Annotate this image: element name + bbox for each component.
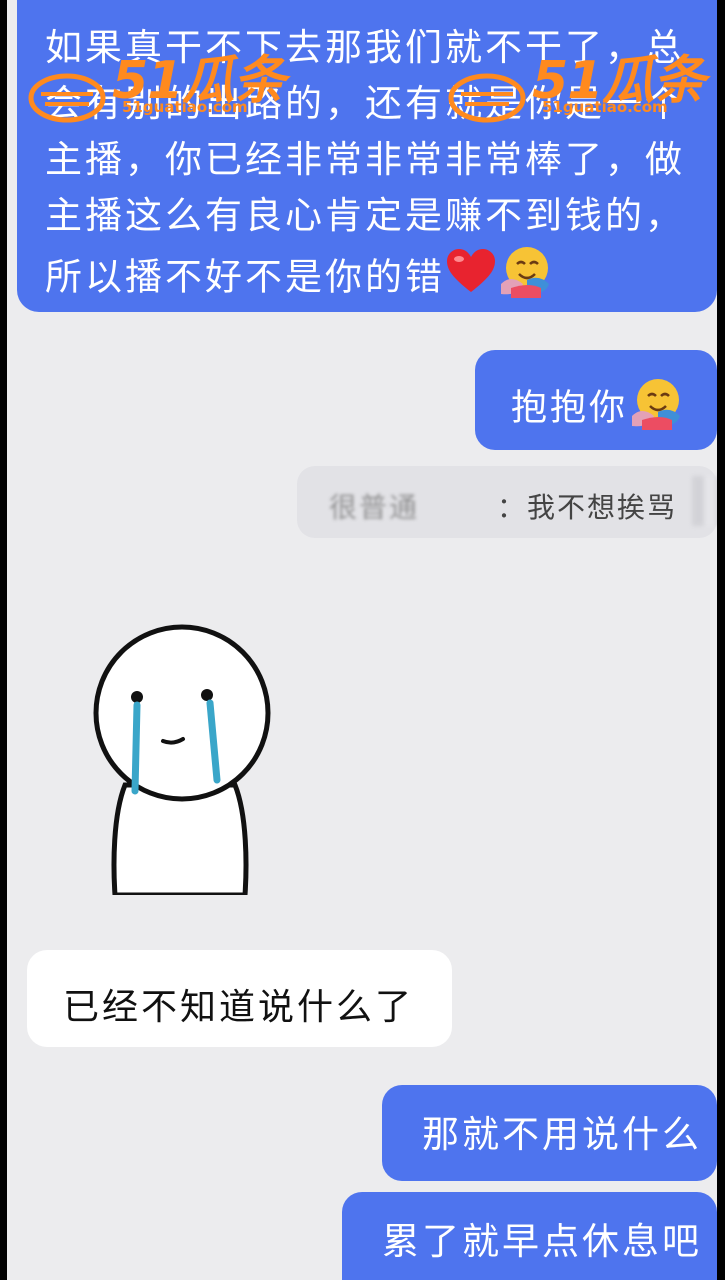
crying-stick-figure-sticker[interactable] bbox=[77, 615, 292, 898]
message-bubble-outgoing: 那就不用说什么 bbox=[382, 1085, 717, 1181]
message-text: 累了就早点休息吧 bbox=[382, 1220, 702, 1263]
message-bubble-outgoing: 抱抱你 bbox=[475, 350, 717, 450]
quoted-reply[interactable]: 很普通 ：我不想挨骂 bbox=[297, 466, 717, 538]
hugging-face-icon bbox=[628, 376, 682, 443]
message-bubble-outgoing: 累了就早点休息吧 bbox=[342, 1192, 717, 1280]
message-text: 那就不用说什么 bbox=[422, 1113, 702, 1156]
message-text: 已经不知道说什么了 bbox=[63, 987, 415, 1028]
quoted-text: ：我不想挨骂 bbox=[497, 491, 678, 524]
hugging-face-icon bbox=[497, 244, 551, 314]
pixelated-redaction bbox=[692, 476, 717, 526]
message-text: 抱抱你 bbox=[511, 387, 629, 429]
watermark-logo: 51瓜条 51guatiao.com bbox=[447, 38, 705, 124]
chat-area: 如果真干不下去那我们就不干了，总会有别的出路的，还有就是你是一个主播，你已经非常… bbox=[7, 0, 717, 1280]
heart-icon bbox=[445, 248, 497, 310]
quoted-sender-name: 很普通 bbox=[329, 491, 420, 524]
message-bubble-incoming: 已经不知道说什么了 bbox=[27, 950, 452, 1047]
watermark-logo: 51瓜条 51guatiao.com bbox=[27, 38, 285, 124]
